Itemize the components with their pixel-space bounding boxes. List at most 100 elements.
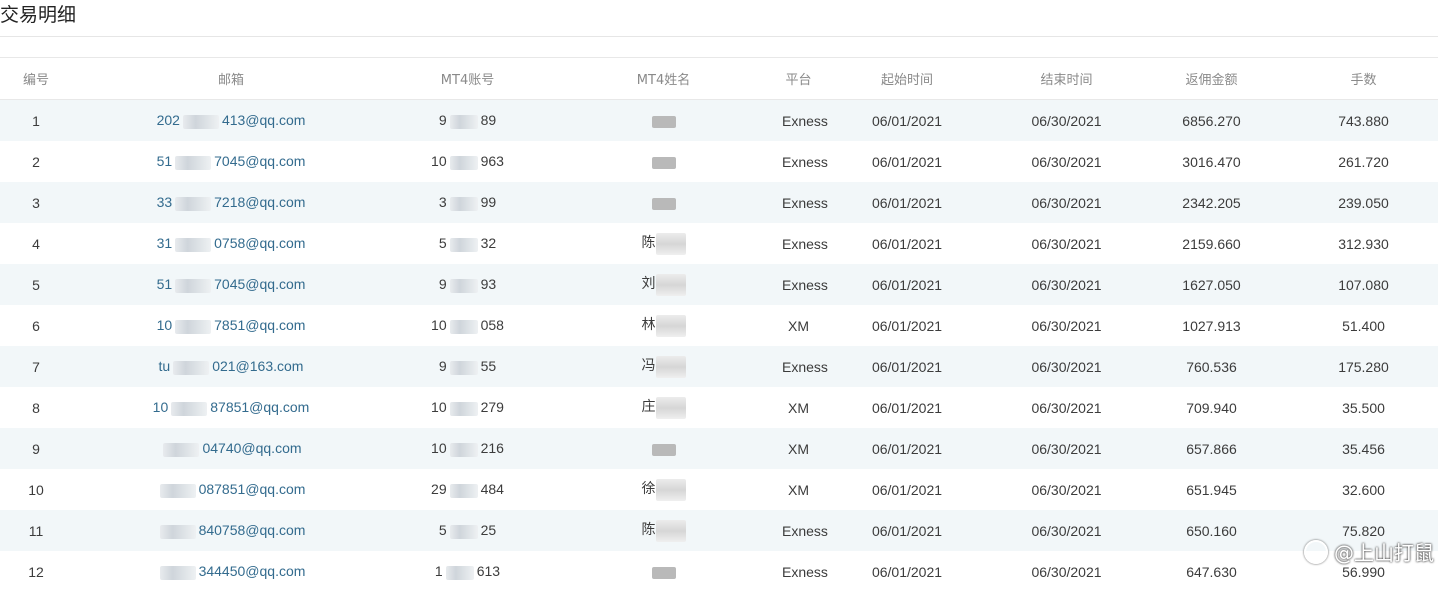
redaction-mask (651, 566, 676, 579)
table-row[interactable]: 11 840758@qq.com 5 25 陈 Exness 06/01/2021 06/30… (0, 510, 1438, 551)
cell-lots: 51.400 (1289, 305, 1438, 346)
cell-email-visible-end: 344450@qq.com (198, 563, 306, 580)
title-divider (0, 36, 1438, 37)
cell-id: 2 (0, 141, 72, 182)
cell-mt4-account-visible-end: 25 (480, 522, 497, 539)
cell-start-time: 06/01/2021 (815, 141, 999, 182)
cell-rebate-amount: 2159.660 (1134, 223, 1289, 264)
cell-rebate-amount: 760.536 (1134, 346, 1289, 387)
cell-mt4-account: 5 32 (390, 223, 545, 264)
redaction-mask (655, 355, 686, 378)
redaction-mask (449, 278, 478, 293)
cell-start-time: 06/01/2021 (815, 387, 999, 428)
table-row[interactable]: 8 10 87851@qq.com 10 279 庄 XM 06/01/2021 06/30/2… (0, 387, 1438, 428)
cell-email: 04740@qq.com (72, 428, 390, 469)
column-header-end-time[interactable]: 结束时间 (999, 58, 1134, 100)
cell-mt4-name (545, 99, 782, 141)
cell-platform: Exness (782, 99, 828, 141)
cell-mt4-name: 陈 (545, 223, 782, 264)
table-row[interactable]: 7 tu 021@163.com 9 55 冯 Exness 06/01/2021 06/30/… (0, 346, 1438, 387)
cell-email-visible-end: 04740@qq.com (202, 440, 302, 457)
cell-mt4-account-visible-start: 10 (431, 317, 447, 334)
cell-mt4-name: 陈 (545, 510, 782, 551)
cell-mt4-name-visible-start: 刘 (641, 275, 656, 292)
cell-platform: XM (782, 305, 815, 346)
column-header-mt4-name[interactable]: MT4姓名 (545, 58, 782, 100)
cell-mt4-name (545, 428, 782, 469)
cell-end-time: 06/30/2021 (999, 141, 1134, 182)
cell-platform: XM (782, 387, 815, 428)
cell-start-time: 06/01/2021 (815, 264, 999, 305)
cell-mt4-account-visible-start: 5 (438, 235, 447, 252)
table-row[interactable]: 12 344450@qq.com 1 613 Exness 06/01/2021 06/30… (0, 551, 1438, 592)
cell-email-visible-end: 87851@qq.com (210, 399, 310, 416)
redaction-mask (655, 273, 686, 296)
cell-end-time: 06/30/2021 (999, 99, 1134, 141)
column-header-start-time[interactable]: 起始时间 (815, 58, 999, 100)
cell-rebate-amount: 650.160 (1134, 510, 1289, 551)
cell-mt4-account-visible-start: 10 (431, 440, 447, 457)
cell-start-time: 06/01/2021 (815, 510, 999, 551)
redaction-mask (449, 524, 478, 539)
cell-platform: Exness (782, 223, 828, 264)
cell-email-visible-end: 7045@qq.com (214, 153, 306, 170)
table-row[interactable]: 4 31 0758@qq.com 5 32 陈 Exness 06/01/2021 06/30/… (0, 223, 1438, 264)
cell-mt4-name (545, 141, 782, 182)
table-row[interactable]: 5 51 7045@qq.com 9 93 刘 Exness 06/01/2021 06/30/… (0, 264, 1438, 305)
redaction-mask (655, 519, 686, 542)
cell-start-time: 06/01/2021 (815, 428, 999, 469)
cell-email-visible-end: 7218@qq.com (214, 194, 306, 211)
redaction-mask (163, 442, 200, 457)
redaction-mask (175, 319, 212, 334)
column-header-platform[interactable]: 平台 (782, 58, 815, 100)
cell-email: 840758@qq.com (72, 510, 390, 551)
redaction-mask (449, 237, 478, 252)
cell-mt4-account-visible-end: 32 (480, 235, 497, 252)
cell-mt4-account-visible-end: 89 (480, 112, 497, 129)
cell-lots: 175.280 (1289, 346, 1438, 387)
cell-lots: 35.500 (1289, 387, 1438, 428)
table-row[interactable]: 1 202 413@qq.com 9 89 Exness 06/01/2021 06/30/2… (0, 99, 1438, 141)
cell-end-time: 06/30/2021 (999, 264, 1134, 305)
cell-mt4-account-visible-start: 10 (431, 399, 447, 416)
cell-mt4-name: 冯 (545, 346, 782, 387)
cell-start-time: 06/01/2021 (815, 551, 999, 592)
cell-rebate-amount: 1627.050 (1134, 264, 1289, 305)
cell-id: 12 (0, 551, 72, 592)
table-row[interactable]: 10 087851@qq.com 29 484 徐 XM 06/01/2021 06/30/2… (0, 469, 1438, 510)
cell-id: 5 (0, 264, 72, 305)
cell-email: 10 87851@qq.com (72, 387, 390, 428)
cell-email-visible-start: 202 (156, 112, 180, 129)
cell-mt4-name: 庄 (545, 387, 782, 428)
cell-end-time: 06/30/2021 (999, 223, 1134, 264)
cell-rebate-amount: 709.940 (1134, 387, 1289, 428)
cell-mt4-account: 10 058 (390, 305, 545, 346)
table-row[interactable]: 9 04740@qq.com 10 216 XM 06/01/2021 06/30/2021… (0, 428, 1438, 469)
cell-mt4-account-visible-end: 058 (480, 317, 504, 334)
cell-rebate-amount: 1027.913 (1134, 305, 1289, 346)
cell-id: 6 (0, 305, 72, 346)
cell-lots: 312.930 (1289, 223, 1438, 264)
table-row[interactable]: 6 10 7851@qq.com 10 058 林 XM 06/01/2021 06/30/20… (0, 305, 1438, 346)
redaction-mask (175, 237, 212, 252)
column-header-email[interactable]: 邮箱 (72, 58, 390, 100)
table-row[interactable]: 3 33 7218@qq.com 3 99 Exness 06/01/2021 06/30/2… (0, 182, 1438, 223)
cell-end-time: 06/30/2021 (999, 346, 1134, 387)
cell-mt4-name-visible-start: 庄 (641, 398, 656, 415)
redaction-mask (655, 478, 686, 501)
column-header-rebate[interactable]: 返佣金额 (1134, 58, 1289, 100)
column-header-id[interactable]: 编号 (0, 58, 72, 100)
redaction-mask (182, 114, 219, 129)
cell-mt4-account-visible-start: 9 (438, 358, 447, 375)
column-header-lots[interactable]: 手数 (1289, 58, 1438, 100)
column-header-mt4-account[interactable]: MT4账号 (390, 58, 545, 100)
table-row[interactable]: 2 51 7045@qq.com 10 963 Exness 06/01/2021 06/30… (0, 141, 1438, 182)
cell-mt4-account: 1 613 (390, 551, 545, 592)
redaction-mask (655, 232, 686, 255)
cell-mt4-name-visible-start: 徐 (641, 480, 656, 497)
cell-end-time: 06/30/2021 (999, 387, 1134, 428)
redaction-mask (651, 115, 676, 128)
cell-mt4-name (545, 551, 782, 592)
cell-rebate-amount: 657.866 (1134, 428, 1289, 469)
cell-email-visible-end: 0758@qq.com (214, 235, 306, 252)
